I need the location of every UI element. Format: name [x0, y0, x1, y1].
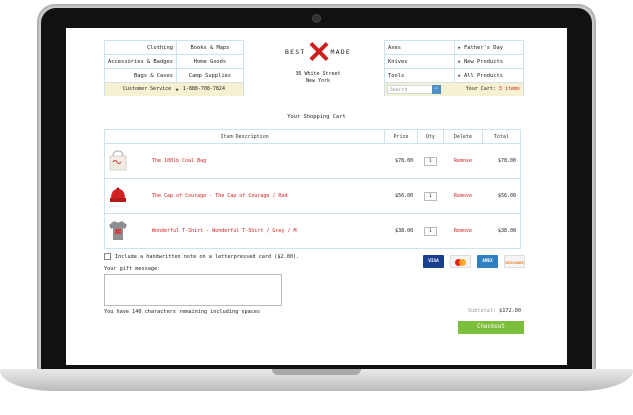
remove-link[interactable]: Remove — [454, 193, 472, 199]
laptop-notch — [272, 369, 361, 375]
col-qty: Qty — [416, 129, 444, 144]
nav-item-new-products[interactable]: ★ New Products — [454, 55, 524, 69]
tshirt-icon[interactable] — [106, 218, 130, 242]
nav-item-clothing[interactable]: Clothing — [105, 41, 177, 55]
product-link[interactable]: The Cap of Courage - The Cap of Courage … — [152, 193, 287, 199]
nav-item-knives[interactable]: Knives — [385, 55, 455, 69]
nav-item-label: All Products — [464, 73, 503, 79]
visa-card-icon: VISA — [423, 255, 444, 268]
screen: Clothing Books & Maps Accessories & Badg… — [66, 28, 567, 365]
remove-link[interactable]: Remove — [454, 228, 472, 234]
address-line2: New York — [305, 78, 331, 84]
subtotal: Subtotal: $172.00 — [426, 308, 521, 314]
cart-table: Item Description Price Qty Delete Total — [103, 129, 522, 249]
gift-message-label: Your gift message: — [104, 266, 161, 272]
characters-remaining: You have 140 characters remaining includ… — [104, 309, 261, 315]
amex-card-icon: AMEX — [477, 255, 498, 268]
search-placeholder: Search — [390, 88, 408, 93]
table-row: The Cap of Courage - The Cap of Courage … — [103, 178, 522, 214]
customer-service-bar: Customer Service ★ 1-888-708-7824 — [104, 83, 244, 96]
nav-item-axes[interactable]: Axes — [385, 41, 455, 55]
store-address: 36 White Street New York — [274, 71, 362, 85]
total-cell: $38.00 — [482, 213, 522, 249]
table-row: The 100lb Coal Bag $78.00 1 Remove $78.0… — [103, 143, 522, 179]
item-cell: The Cap of Courage - The Cap of Courage … — [103, 178, 385, 214]
subtotal-label: Subtotal: — [468, 308, 497, 314]
col-item-description: Item Description — [103, 129, 386, 144]
gift-note-label: Include a handwritten note on a letterpr… — [115, 253, 300, 260]
brand-logo[interactable]: BEST MADE 36 White Street New York — [274, 40, 362, 85]
col-total: Total — [481, 129, 522, 144]
brand-word-left: BEST — [285, 47, 306, 56]
x-logo-icon — [309, 42, 328, 61]
total-cell: $78.00 — [482, 143, 522, 179]
search-input[interactable]: Search ⌕ — [387, 85, 441, 94]
subtotal-value: $172.00 — [499, 308, 521, 314]
quantity-input[interactable]: 1 — [423, 156, 437, 166]
price-cell: $78.00 — [384, 143, 418, 179]
customer-service-link[interactable]: Customer Service — [123, 83, 171, 96]
nav-item-label: New Products — [464, 59, 503, 65]
col-price: Price — [384, 129, 418, 144]
col-delete: Delete — [442, 129, 483, 144]
gift-message-textarea[interactable] — [104, 274, 282, 306]
nav-right: Axes ★ Father's Day Knives ★ New Product… — [384, 40, 524, 96]
star-icon: ★ — [175, 86, 179, 93]
checkout-button[interactable]: Checkout — [458, 321, 524, 334]
nav-item-bags-cases[interactable]: Bags & Cases — [105, 69, 177, 83]
item-cell: The 100lb Coal Bag — [103, 143, 385, 179]
total-cell: $56.00 — [482, 178, 522, 214]
mastercard-icon — [450, 255, 471, 268]
remove-link[interactable]: Remove — [454, 158, 472, 164]
nav-item-camp-supplies[interactable]: Camp Supplies — [176, 69, 244, 83]
discover-card-icon: DISCOVER — [504, 255, 525, 268]
nav-item-home-goods[interactable]: Home Goods — [176, 55, 244, 69]
cart-count: 3 items — [498, 86, 520, 92]
nav-left: Clothing Books & Maps Accessories & Badg… — [104, 40, 244, 96]
brand-word-right: MADE — [330, 47, 351, 56]
camera-icon — [313, 15, 320, 22]
phone-number: 1-888-708-7824 — [182, 86, 225, 92]
table-row: Wonderful T-Shirt - Wonderful T-Shirt / … — [103, 213, 522, 249]
item-cell: Wonderful T-Shirt - Wonderful T-Shirt / … — [103, 213, 385, 249]
tote-bag-icon[interactable] — [106, 148, 130, 172]
nav-item-tools[interactable]: Tools — [385, 69, 455, 83]
nav-item-label: Father's Day — [464, 45, 503, 51]
address-line1: 36 White Street — [295, 71, 341, 77]
payment-cards: VISA AMEX DISCOVER — [423, 255, 525, 268]
nav-item-all-products[interactable]: ★ All Products — [454, 69, 524, 83]
search-icon[interactable]: ⌕ — [432, 85, 441, 94]
red-cap-icon[interactable] — [106, 183, 130, 207]
gift-note-checkbox[interactable] — [104, 253, 111, 260]
cart-label: Your Cart: — [465, 86, 496, 92]
price-cell: $56.00 — [384, 178, 418, 214]
nav-item-books-maps[interactable]: Books & Maps — [176, 41, 244, 55]
nav-item-fathers-day[interactable]: ★ Father's Day — [454, 41, 524, 55]
cart-summary[interactable]: Your Cart: 3 items — [466, 83, 520, 96]
quantity-input[interactable]: 1 — [423, 191, 437, 201]
page-title: Your Shopping Cart — [287, 114, 346, 120]
product-link[interactable]: The 100lb Coal Bag — [152, 158, 206, 164]
quantity-input[interactable]: 1 — [423, 226, 437, 236]
price-cell: $38.00 — [384, 213, 418, 249]
gift-note-option: Include a handwritten note on a letterpr… — [104, 253, 299, 260]
nav-item-accessories[interactable]: Accessories & Badges — [105, 55, 177, 69]
product-link[interactable]: Wonderful T-Shirt - Wonderful T-Shirt / … — [152, 228, 297, 234]
search-cart-bar: Search ⌕ Your Cart: 3 items — [384, 83, 524, 96]
